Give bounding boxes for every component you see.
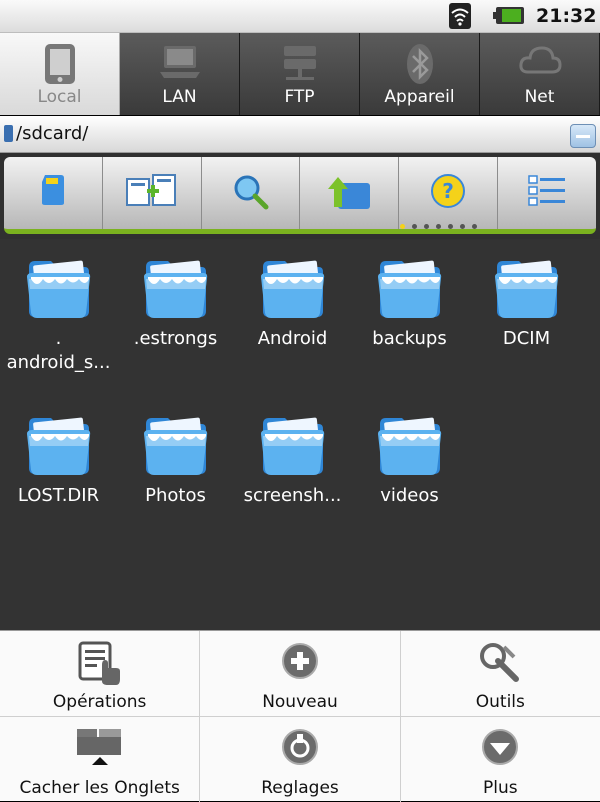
folder-item[interactable]: Android [234,245,351,402]
folder-item[interactable]: . android_s... [0,245,117,402]
current-path[interactable]: /sdcard/ [16,123,88,144]
operations-label: Opérations [52,692,147,712]
path-bar: /sdcard/ [0,116,600,153]
tools-menu-item[interactable]: Outils [401,631,600,716]
tab-lan[interactable]: LAN [120,33,240,115]
folder-name: LOST.DIR [17,485,100,506]
folder-icon [140,406,212,482]
settings-label: Reglages [261,778,339,798]
laptop-icon [158,42,202,86]
battery-icon [493,7,524,24]
tab-label: Local [37,87,82,107]
folder-item[interactable]: .estrongs [117,245,234,402]
folder-name: Photos [145,485,206,506]
folder-icon [257,249,329,325]
toolbar-area: ? [0,153,600,239]
more-menu-item[interactable]: Plus [401,717,600,802]
tablet-icon [42,42,78,90]
wifi-icon [449,3,471,29]
server-icon [280,42,320,88]
list-view-button[interactable] [498,157,596,229]
svg-text:?: ? [442,179,454,203]
tab-ftp[interactable]: FTP [240,33,360,115]
folder-name: videos [380,485,439,506]
folder-item[interactable]: screensh... [234,402,351,559]
more-label: Plus [483,778,518,798]
help-icon: ? [430,173,466,213]
operations-menu-item[interactable]: Opérations [0,631,201,716]
new-menu-item[interactable]: Nouveau [200,631,401,716]
new-window-icon [125,173,179,213]
tab-appareil[interactable]: Appareil [360,33,480,115]
tab-label: LAN [162,87,197,107]
collapse-button[interactable] [570,124,596,148]
sdcard-icon [39,173,67,211]
plus-icon [280,641,320,685]
tab-label: Net [524,87,555,107]
search-button[interactable] [202,157,301,229]
page-indicator [400,224,477,229]
folder-item[interactable]: backups [351,245,468,402]
folder-name: . android_s... [6,328,111,373]
tab-label: FTP [284,87,315,107]
list-view-icon [527,173,567,213]
help-button[interactable]: ? [399,157,499,229]
bluetooth-icon [405,42,435,90]
folder-item[interactable]: LOST.DIR [0,402,117,559]
folder-item[interactable]: Photos [117,402,234,559]
file-grid: . android_s... .estrongs Android backups… [0,245,600,559]
toolbar: ? [4,157,596,234]
new-label: Nouveau [262,692,338,712]
settings-icon [280,727,320,771]
tools-icon [478,641,522,689]
folder-icon [374,249,446,325]
tab-net[interactable]: Net [480,33,600,115]
folder-item[interactable]: videos [351,402,468,559]
folder-icon [23,406,95,482]
settings-menu-item[interactable]: Reglages [200,717,401,802]
cloud-icon [518,42,562,82]
folder-icon [140,249,212,325]
folder-name: DCIM [502,328,551,349]
operations-icon [78,641,122,691]
options-menu: Opérations Nouveau Outils Cacher les Ong… [0,630,600,802]
status-bar: 21:32 [0,0,600,33]
folder-name: Android [257,328,328,349]
folder-name: backups [372,328,447,349]
search-icon [232,173,270,215]
clock: 21:32 [536,5,597,27]
folder-name: .estrongs [133,328,218,349]
tools-label: Outils [475,692,525,712]
folder-name: screensh... [243,485,342,506]
location-tabs: Local LAN FTP Appareil Net [0,33,600,115]
sdcard-button[interactable] [4,157,103,229]
hide-tabs-icon [75,727,125,771]
folder-icon [23,249,95,325]
tab-local[interactable]: Local [0,33,120,115]
folder-icon [491,249,563,325]
file-browser: . android_s... .estrongs Android backups… [0,239,600,630]
tab-label: Appareil [384,87,455,107]
sdcard-small-icon [4,125,13,142]
chevron-down-icon [480,727,520,771]
hide-tabs-label: Cacher les Onglets [19,778,180,798]
up-folder-icon [326,173,372,215]
up-button[interactable] [300,157,400,229]
folder-item[interactable]: DCIM [468,245,585,402]
new-window-button[interactable] [103,157,202,229]
hide-tabs-menu-item[interactable]: Cacher les Onglets [0,717,201,802]
folder-icon [257,406,329,482]
folder-icon [374,406,446,482]
